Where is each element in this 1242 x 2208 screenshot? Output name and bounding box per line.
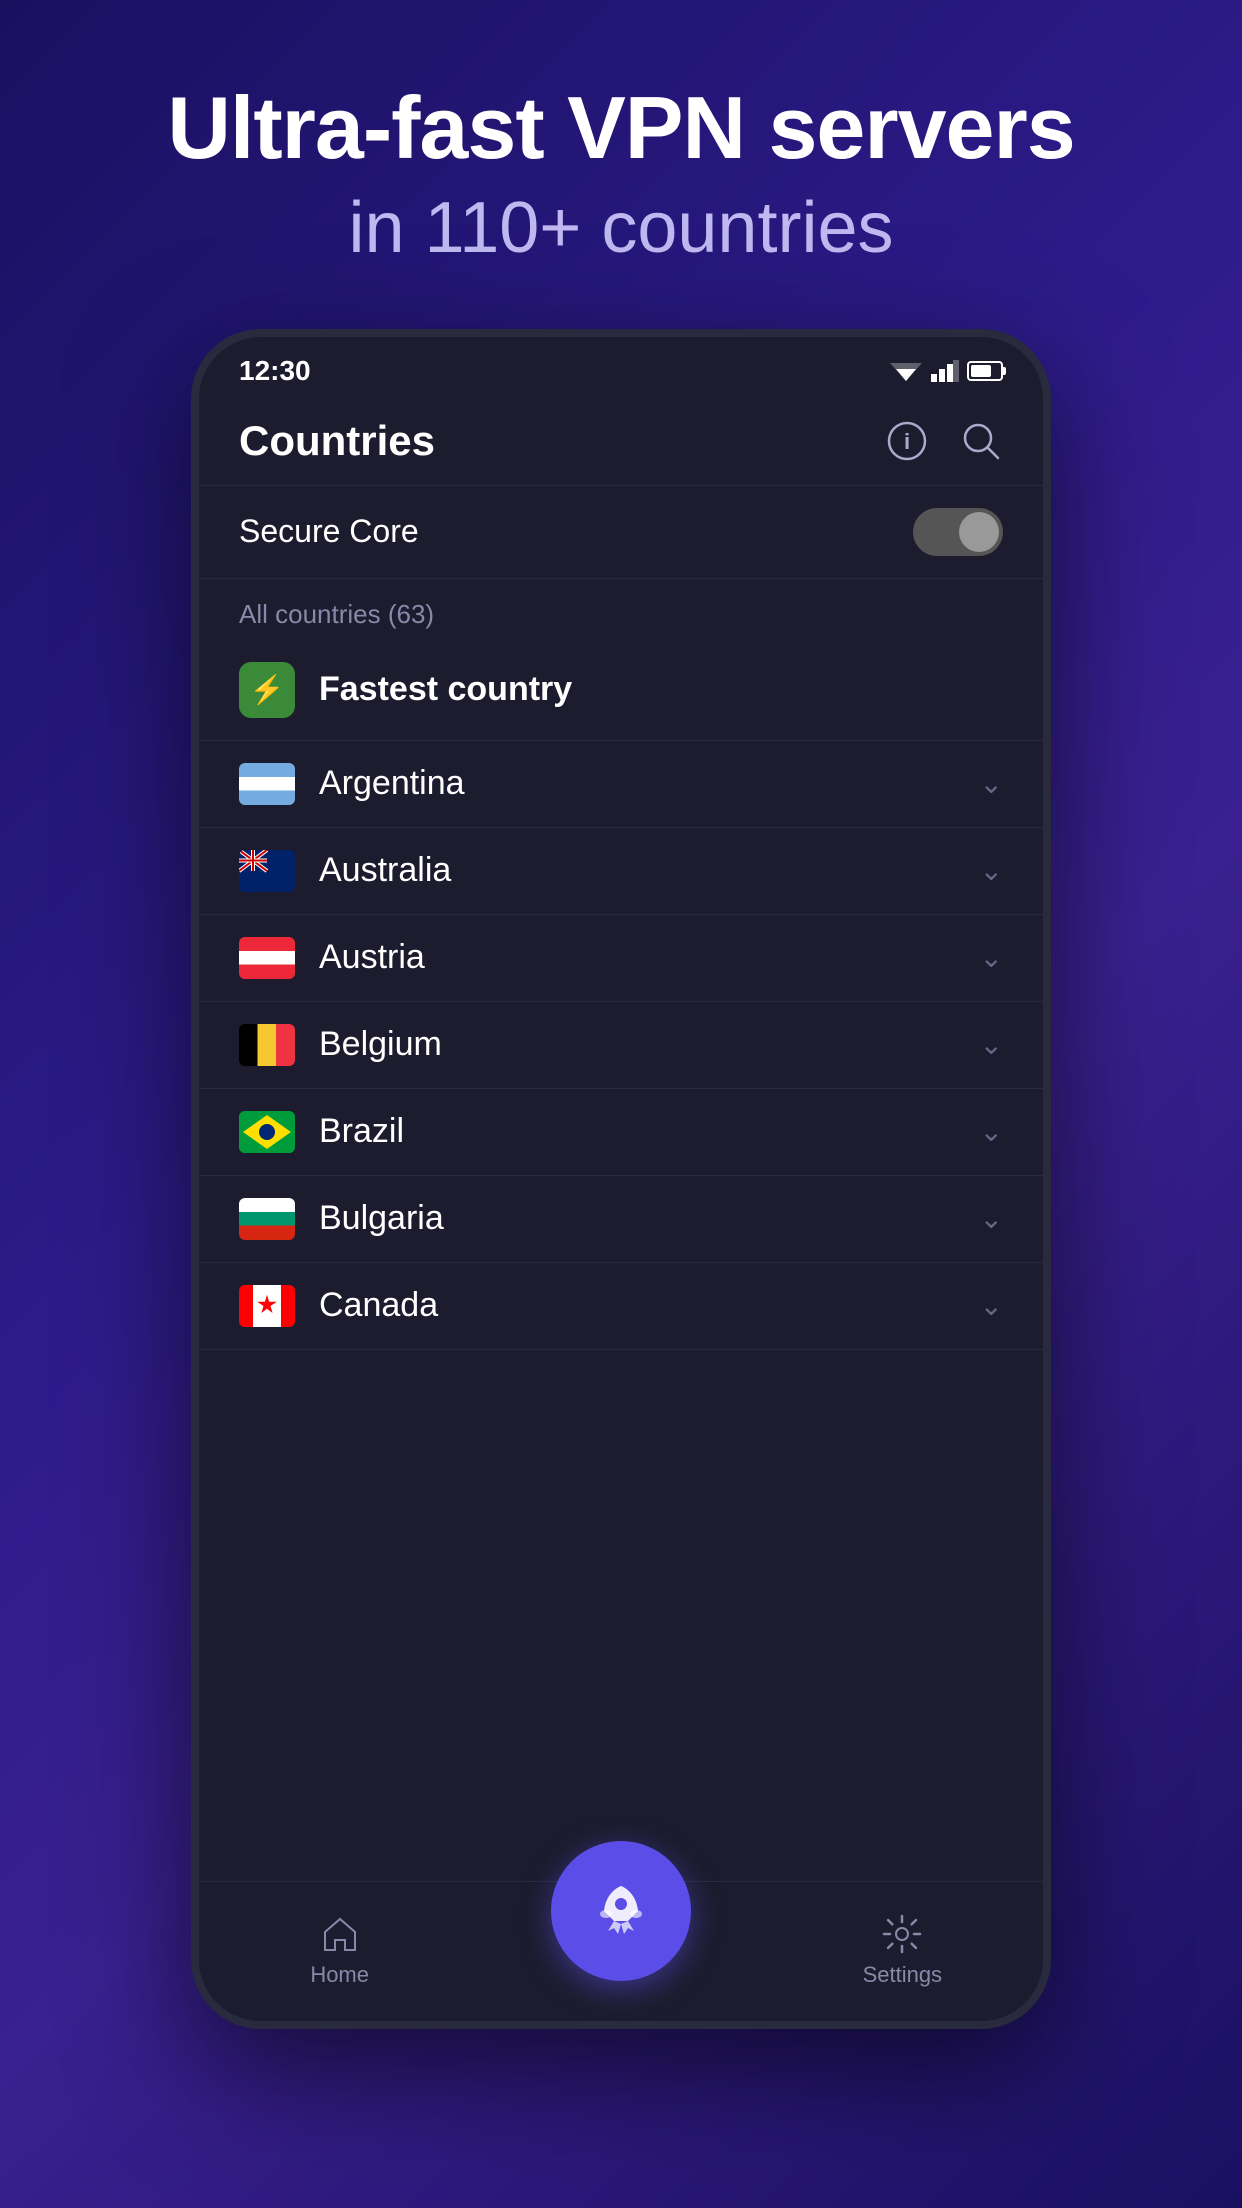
toggle-knob [959,512,999,552]
canada-flag-svg [239,1285,295,1327]
flag-australia [239,850,295,892]
country-name: Brazil [319,1112,980,1151]
list-item[interactable]: Bulgaria ⌄ [199,1176,1043,1263]
flag-bulgaria [239,1198,295,1240]
phone-mockup: 12:30 Countries [191,329,1051,2029]
nav-settings-label: Settings [863,1962,943,1988]
app-content: Countries i Secure Core [199,397,1043,2021]
chevron-down-icon: ⌄ [980,1289,1003,1322]
nav-home-label: Home [310,1962,369,1988]
page-title: Countries [239,417,435,465]
list-item[interactable]: Canada ⌄ [199,1263,1043,1350]
secure-core-label: Secure Core [239,513,419,550]
flag-brazil [239,1111,295,1153]
chevron-down-icon: ⌄ [980,1115,1003,1148]
battery-icon [967,361,1003,381]
app-header: Countries i [199,397,1043,485]
search-icon [961,421,1001,461]
australia-flag-svg [239,850,295,892]
list-item[interactable]: Belgium ⌄ [199,1002,1043,1089]
header-actions: i [885,419,1003,463]
flag-austria [239,937,295,979]
list-item[interactable]: Brazil ⌄ [199,1089,1043,1176]
country-list: Argentina ⌄ [199,741,1043,2021]
svg-text:i: i [904,429,910,454]
list-item[interactable]: Argentina ⌄ [199,741,1043,828]
nav-settings[interactable]: Settings [762,1914,1043,1988]
country-name: Australia [319,851,980,890]
connect-button[interactable] [551,1841,691,1981]
wifi-icon [889,359,923,383]
country-name: Belgium [319,1025,980,1064]
rocket-icon [586,1876,656,1946]
promo-title-line2: in 110+ countries [167,187,1074,269]
chevron-down-icon: ⌄ [980,1202,1003,1235]
brazil-flag-svg [239,1111,295,1153]
chevron-down-icon: ⌄ [980,767,1003,800]
country-name: Austria [319,938,980,977]
search-button[interactable] [959,419,1003,463]
list-item[interactable]: Australia ⌄ [199,828,1043,915]
chevron-down-icon: ⌄ [980,941,1003,974]
secure-core-toggle[interactable] [913,508,1003,556]
fastest-country-row[interactable]: ⚡ Fastest country [199,640,1043,741]
home-icon [320,1914,360,1954]
chevron-down-icon: ⌄ [980,1028,1003,1061]
chevron-down-icon: ⌄ [980,854,1003,887]
country-name: Argentina [319,764,980,803]
info-button[interactable]: i [885,419,929,463]
flag-canada [239,1285,295,1327]
promo-title-line1: Ultra-fast VPN servers [167,80,1074,177]
info-icon: i [887,421,927,461]
signal-icon [931,360,959,382]
section-label: All countries (63) [199,579,1043,640]
country-name: Bulgaria [319,1199,980,1238]
promo-header: Ultra-fast VPN servers in 110+ countries [167,80,1074,269]
secure-core-row[interactable]: Secure Core [199,485,1043,579]
settings-icon [882,1914,922,1954]
fastest-icon: ⚡ [239,662,295,718]
country-name: Canada [319,1286,980,1325]
nav-home[interactable]: Home [199,1914,480,1988]
flag-argentina [239,763,295,805]
status-icons [889,359,1003,383]
flag-belgium [239,1024,295,1066]
phone-notch [601,355,641,395]
status-time: 12:30 [239,355,311,387]
fastest-country-label: Fastest country [319,670,572,709]
list-item[interactable]: Austria ⌄ [199,915,1043,1002]
